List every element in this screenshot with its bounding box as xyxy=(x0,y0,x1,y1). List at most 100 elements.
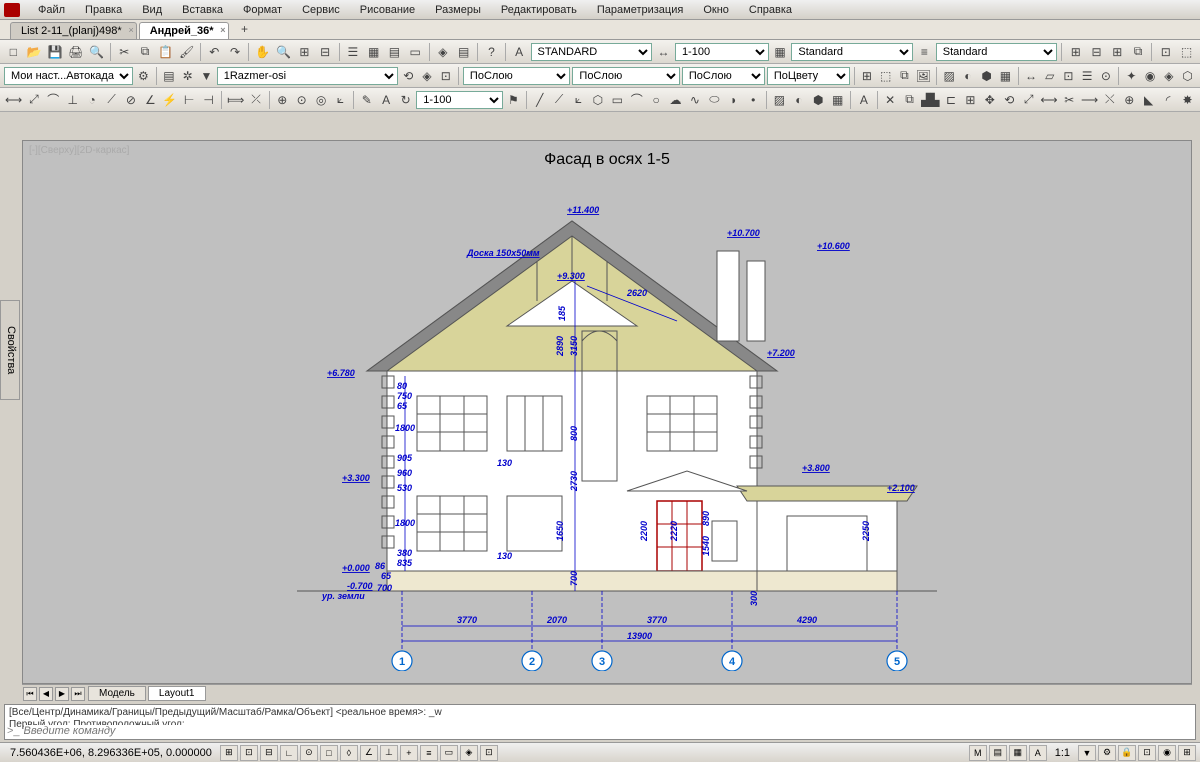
dim-aligned-icon[interactable]: ⤢ xyxy=(25,90,42,110)
new-tab-button[interactable]: + xyxy=(235,19,255,39)
copy-icon[interactable]: ⧉ xyxy=(136,42,155,62)
hardware-accel-icon[interactable]: ⊡ xyxy=(1138,745,1156,761)
osnap-toggle[interactable]: □ xyxy=(320,745,338,761)
menu-format[interactable]: Формат xyxy=(233,2,292,18)
menu-insert[interactable]: Вставка xyxy=(172,2,233,18)
rectangle-icon[interactable]: ▭ xyxy=(609,90,626,110)
extend-icon[interactable]: ⟶ xyxy=(1080,90,1099,110)
workspace-combo[interactable]: Мои наст...Автокада xyxy=(4,67,133,85)
paste-icon[interactable]: 📋 xyxy=(156,42,175,62)
close-icon[interactable]: × xyxy=(220,25,225,35)
table-icon[interactable]: ▦ xyxy=(997,66,1014,86)
dim-scale-combo[interactable]: 1-100 xyxy=(675,43,769,61)
dim-tedit-icon[interactable]: A xyxy=(377,90,394,110)
pline-icon[interactable]: ⟀ xyxy=(570,90,587,110)
snap-toggle[interactable]: ⊟ xyxy=(260,745,278,761)
save-icon[interactable]: 💾 xyxy=(46,42,65,62)
dimstyle-icon[interactable]: ↔ xyxy=(654,42,673,62)
dim-edit-icon[interactable]: ✎ xyxy=(358,90,375,110)
doc-tab-2[interactable]: Андрей_36*× xyxy=(139,22,229,39)
menu-file[interactable]: Файл xyxy=(28,2,75,18)
point-icon[interactable]: • xyxy=(744,90,761,110)
table2-icon[interactable]: ▦ xyxy=(829,90,846,110)
mlstyle-icon[interactable]: ≡ xyxy=(915,42,934,62)
ext2-icon[interactable]: ◉ xyxy=(1142,66,1159,86)
array-icon[interactable]: ⊞ xyxy=(962,90,979,110)
region2-icon[interactable]: ⬢ xyxy=(810,90,827,110)
offset-icon[interactable]: ⊏ xyxy=(942,90,959,110)
inspect-icon[interactable]: ◎ xyxy=(312,90,329,110)
dim-jogged-icon[interactable]: ⟋ xyxy=(103,90,120,110)
window-icon[interactable]: ⊞ xyxy=(1066,42,1085,62)
open-icon[interactable]: 📂 xyxy=(25,42,44,62)
next-layout-button[interactable]: ▶ xyxy=(55,687,69,701)
plotstyle-combo[interactable]: ПоЦвету xyxy=(767,67,850,85)
trim-icon[interactable]: ✂ xyxy=(1061,90,1078,110)
tpy-toggle[interactable]: ▭ xyxy=(440,745,458,761)
dyn-toggle[interactable]: + xyxy=(400,745,418,761)
quickview-drawings-icon[interactable]: ▦ xyxy=(1009,745,1027,761)
workspace-switch-icon[interactable]: ⚙ xyxy=(1098,745,1116,761)
matchprop-icon[interactable]: 🖌 xyxy=(177,42,196,62)
dim-arc-icon[interactable]: ⌒ xyxy=(45,90,62,110)
misc-icon[interactable]: ⊡ xyxy=(1156,42,1175,62)
arc-icon[interactable]: ⌒ xyxy=(628,90,645,110)
grid-toggle[interactable]: ⊡ xyxy=(240,745,258,761)
polar-toggle[interactable]: ⊙ xyxy=(300,745,318,761)
annotation-scale-icon[interactable]: A xyxy=(1029,745,1047,761)
layer-iso-icon[interactable]: ◈ xyxy=(419,66,436,86)
center-mark-icon[interactable]: ⊙ xyxy=(293,90,310,110)
quickview-layouts-icon[interactable]: ▤ xyxy=(989,745,1007,761)
dim-continue-icon[interactable]: ⊣ xyxy=(200,90,217,110)
lineweight-combo[interactable]: ПоСлою xyxy=(682,67,765,85)
design-center-icon[interactable]: ▦ xyxy=(364,42,383,62)
close-icon[interactable]: × xyxy=(128,25,133,35)
dim-scale-combo-2[interactable]: 1-100 xyxy=(416,91,502,109)
region-icon[interactable]: ⬢ xyxy=(978,66,995,86)
erase-icon[interactable]: ✕ xyxy=(881,90,898,110)
doc-tab-1[interactable]: List 2-11_(planj)498*× xyxy=(10,22,137,39)
properties-icon[interactable]: ☰ xyxy=(343,42,362,62)
spline-icon[interactable]: ∿ xyxy=(686,90,703,110)
massprops-icon[interactable]: ⊡ xyxy=(1060,66,1077,86)
dim-radius-icon[interactable]: ◔ xyxy=(83,90,100,110)
circle-icon[interactable]: ○ xyxy=(647,90,664,110)
rotate-icon[interactable]: ⟲ xyxy=(1001,90,1018,110)
new-icon[interactable]: □ xyxy=(4,42,23,62)
ellipse-icon[interactable]: ⬭ xyxy=(706,90,723,110)
undo-icon[interactable]: ↶ xyxy=(205,42,224,62)
isolate-objects-icon[interactable]: ◉ xyxy=(1158,745,1176,761)
menu-window[interactable]: Окно xyxy=(693,2,739,18)
block-icon[interactable]: ⊞ xyxy=(859,66,876,86)
color-combo[interactable]: ПоСлою xyxy=(463,67,570,85)
ellipse-arc-icon[interactable]: ◗ xyxy=(725,90,742,110)
print-icon[interactable]: 🖨 xyxy=(66,42,85,62)
text-style-combo[interactable]: STANDARD xyxy=(531,43,653,61)
insert-icon[interactable]: ⬚ xyxy=(877,66,894,86)
mirror-icon[interactable]: ▟▙ xyxy=(920,90,940,110)
copy2-icon[interactable]: ⧉ xyxy=(901,90,918,110)
dim-angular-icon[interactable]: ∠ xyxy=(142,90,159,110)
menu-parametric[interactable]: Параметризация xyxy=(587,2,693,18)
preview-icon[interactable]: 🔍 xyxy=(87,42,106,62)
dim-break-icon[interactable]: ⤫ xyxy=(247,90,264,110)
cascade-icon[interactable]: ⧉ xyxy=(1129,42,1148,62)
pan-icon[interactable]: ✋ xyxy=(253,42,272,62)
chamfer-icon[interactable]: ◣ xyxy=(1140,90,1157,110)
textstyle-icon[interactable]: A xyxy=(510,42,529,62)
tool-palette-icon[interactable]: ▤ xyxy=(385,42,404,62)
ext3-icon[interactable]: ◈ xyxy=(1161,66,1178,86)
3dosnap-toggle[interactable]: ◊ xyxy=(340,745,358,761)
properties-side-tab[interactable]: Свойства xyxy=(0,300,20,400)
model-tab[interactable]: Модель xyxy=(88,686,146,701)
dim-linear-icon[interactable]: ⟷ xyxy=(4,90,23,110)
annotation-visibility-icon[interactable]: ▼ xyxy=(1078,745,1096,761)
layout1-tab[interactable]: Layout1 xyxy=(148,686,206,701)
tablestyle-icon[interactable]: ▦ xyxy=(771,42,790,62)
linetype-combo[interactable]: ПоСлою xyxy=(572,67,679,85)
jog-linear-icon[interactable]: ⟀ xyxy=(332,90,349,110)
gradient-icon[interactable]: ◐ xyxy=(960,66,977,86)
command-window[interactable]: [Все/Центр/Динамика/Границы/Предыдущий/М… xyxy=(4,704,1196,740)
gradient2-icon[interactable]: ◐ xyxy=(790,90,807,110)
clean-screen-icon[interactable]: ⊞ xyxy=(1178,745,1196,761)
